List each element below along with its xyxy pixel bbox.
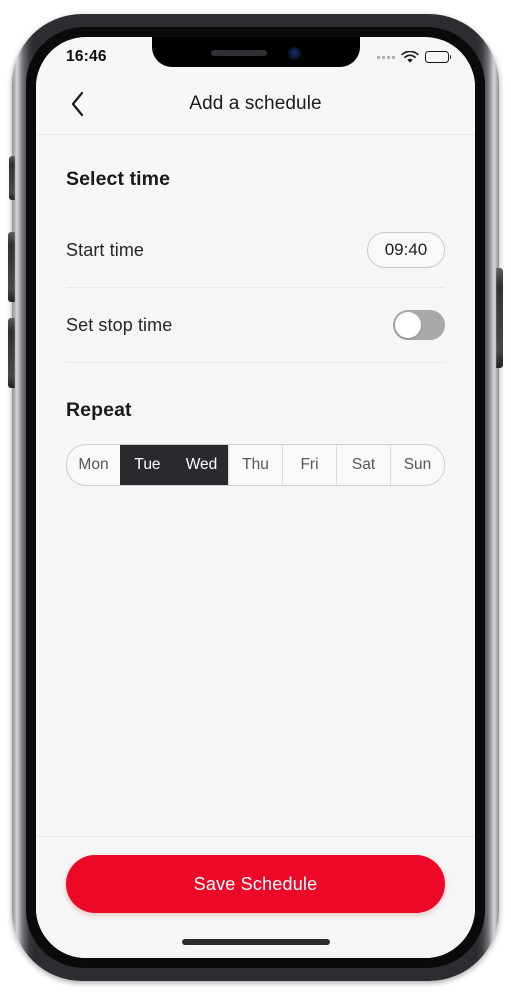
battery-full-icon — [425, 51, 452, 63]
start-time-value-button[interactable]: 09:40 — [367, 232, 445, 268]
toggle-knob — [395, 312, 421, 338]
power-button[interactable] — [496, 268, 503, 368]
device-stage: 16:46 Add a schedule Select time Start t… — [0, 0, 511, 995]
back-button[interactable] — [50, 77, 104, 131]
day-option-sat[interactable]: Sat — [336, 445, 390, 485]
day-option-sun[interactable]: Sun — [390, 445, 444, 485]
repeat-heading: Repeat — [66, 399, 132, 421]
home-indicator[interactable] — [181, 939, 330, 945]
device-notch — [151, 37, 360, 67]
wifi-icon — [401, 50, 419, 63]
phone-screen: 16:46 Add a schedule Select time Start t… — [36, 37, 475, 958]
schedule-form: Select time Start time 09:40 Set stop ti… — [36, 136, 475, 958]
chevron-left-icon — [71, 91, 83, 116]
mute-switch-button[interactable] — [9, 156, 15, 200]
day-option-wed[interactable]: Wed — [174, 445, 228, 485]
set-stop-time-row[interactable]: Set stop time — [66, 288, 445, 363]
select-time-heading: Select time — [66, 168, 171, 190]
front-camera-icon — [289, 47, 300, 59]
day-option-fri[interactable]: Fri — [282, 445, 336, 485]
earpiece-speaker-icon — [211, 50, 267, 56]
set-stop-time-label: Set stop time — [66, 314, 173, 335]
start-time-row[interactable]: Start time 09:40 — [66, 213, 445, 288]
volume-up-button[interactable] — [8, 232, 15, 302]
start-time-label: Start time — [66, 239, 145, 260]
status-bar-indicators — [377, 47, 452, 64]
day-option-mon[interactable]: Mon — [67, 445, 120, 485]
set-stop-time-toggle[interactable] — [393, 310, 445, 340]
save-schedule-button[interactable]: Save Schedule — [66, 855, 445, 913]
signal-dots-icon — [377, 55, 395, 59]
volume-down-button[interactable] — [8, 318, 15, 388]
footer-bar: Save Schedule — [36, 836, 475, 958]
day-option-thu[interactable]: Thu — [228, 445, 282, 485]
repeat-day-selector[interactable]: Mon Tue Wed Thu Fri Sat Sun — [66, 444, 445, 486]
status-bar-clock: 16:46 — [66, 48, 107, 65]
day-option-tue[interactable]: Tue — [120, 445, 174, 485]
app-header: Add a schedule — [36, 73, 475, 135]
